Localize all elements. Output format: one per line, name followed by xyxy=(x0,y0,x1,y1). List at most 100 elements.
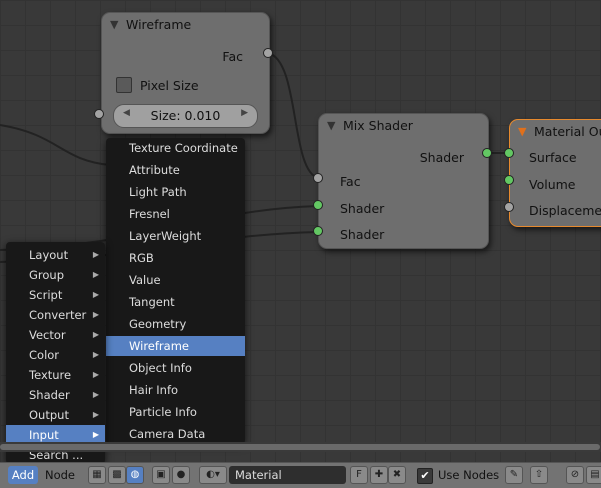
fake-user-button[interactable]: F xyxy=(350,466,368,484)
pin-icon[interactable]: ✎ xyxy=(505,466,523,484)
shader-input-socket-2[interactable] xyxy=(313,226,323,236)
menu-item-particle-info[interactable]: Particle Info xyxy=(106,402,245,422)
object-cube-icon[interactable]: ▣ xyxy=(152,466,170,484)
node-title: Mix Shader xyxy=(343,118,413,133)
menu-item-label: Color xyxy=(29,348,60,362)
menu-item-output[interactable]: Output ▶ xyxy=(6,405,105,425)
horizontal-scrollbar[interactable] xyxy=(0,442,601,452)
submenu-arrow-icon: ▶ xyxy=(92,370,99,379)
shader-output-socket[interactable] xyxy=(482,148,492,158)
fac-input-socket[interactable] xyxy=(313,173,323,183)
menu-item-camera-data[interactable]: Camera Data xyxy=(106,424,245,444)
submenu-arrow-icon: ▶ xyxy=(92,410,99,419)
menu-item-label: Output xyxy=(29,408,69,422)
menu-item-script[interactable]: Script ▶ xyxy=(6,285,105,305)
output-fac-label: Fac xyxy=(222,49,243,64)
pixel-size-checkbox[interactable] xyxy=(116,77,132,93)
menu-item-light-path[interactable]: Light Path xyxy=(106,182,245,202)
menu-item-label: Converter xyxy=(29,308,87,322)
menu-item-label: Script xyxy=(29,288,63,302)
menu-item-fresnel[interactable]: Fresnel xyxy=(106,204,245,224)
menu-item-geometry[interactable]: Geometry xyxy=(106,314,245,334)
submenu-arrow-icon: ▶ xyxy=(92,310,99,319)
node-menu-button[interactable]: Node xyxy=(42,466,78,484)
menu-item-label: Input xyxy=(29,428,59,442)
menu-item-shader[interactable]: Shader ▶ xyxy=(6,385,105,405)
material-output-node[interactable]: ▼ Material Ou Surface Volume Displaceme xyxy=(509,119,601,227)
collapse-triangle-icon[interactable]: ▼ xyxy=(518,120,526,144)
snap-icon[interactable]: ⊘ xyxy=(566,466,584,484)
fac-output-socket[interactable] xyxy=(263,48,273,58)
submenu-arrow-icon: ▶ xyxy=(92,270,99,279)
collapse-triangle-icon[interactable]: ▼ xyxy=(327,114,335,138)
use-nodes-label: Use Nodes xyxy=(438,468,500,482)
surface-input-socket[interactable] xyxy=(504,148,514,158)
material-name-field[interactable]: Material xyxy=(229,466,346,484)
shader-input-label: Shader xyxy=(340,201,385,216)
menu-item-tangent[interactable]: Tangent xyxy=(106,292,245,312)
submenu-arrow-icon: ▶ xyxy=(92,290,99,299)
menu-item-vector[interactable]: Vector ▶ xyxy=(6,325,105,345)
material-name: Material xyxy=(235,468,282,482)
increment-arrow-icon[interactable]: ▶ xyxy=(241,108,248,118)
menu-item-converter[interactable]: Converter ▶ xyxy=(6,305,105,325)
world-sphere-icon[interactable]: ● xyxy=(172,466,190,484)
size-value: Size: 0.010 xyxy=(150,108,221,123)
menu-item-label: Group xyxy=(29,268,65,282)
add-menu-button[interactable]: Add xyxy=(8,466,38,484)
mix-shader-node[interactable]: ▼ Mix Shader Shader Fac Shader Shader xyxy=(318,113,489,249)
submenu-arrow-icon: ▶ xyxy=(92,350,99,359)
volume-input-socket[interactable] xyxy=(504,175,514,185)
input-submenu: Texture Coordinate Attribute Light Path … xyxy=(106,138,245,444)
menu-item-rgb[interactable]: RGB xyxy=(106,248,245,268)
submenu-arrow-icon: ▶ xyxy=(92,250,99,259)
size-input-socket[interactable] xyxy=(94,109,104,119)
menu-item-texture-coordinate[interactable]: Texture Coordinate xyxy=(106,138,245,158)
add-menu: Layout ▶ Group ▶ Script ▶ Converter ▶ Vector… xyxy=(6,242,105,464)
use-nodes-checkbox[interactable]: ✔ xyxy=(417,468,433,484)
collapse-triangle-icon[interactable]: ▼ xyxy=(110,13,118,37)
snap-element-icon[interactable]: ▤ xyxy=(586,466,601,484)
node-editor-header: Add Node ▦ ▩ ◍ ▣ ● ◐▾ Material F ✚ ✖ ✔ U… xyxy=(0,462,601,488)
menu-item-texture[interactable]: Texture ▶ xyxy=(6,365,105,385)
menu-item-label: Vector xyxy=(29,328,66,342)
menu-item-layerweight[interactable]: LayerWeight xyxy=(106,226,245,246)
shader-input-socket-1[interactable] xyxy=(313,200,323,210)
material-browse-icon[interactable]: ◐▾ xyxy=(199,466,227,484)
menu-item-layout[interactable]: Layout ▶ xyxy=(6,245,105,265)
menu-item-color[interactable]: Color ▶ xyxy=(6,345,105,365)
menu-item-label: Texture xyxy=(29,368,72,382)
menu-item-label: Shader xyxy=(29,388,70,402)
size-number-field[interactable]: ◀ Size: 0.010 ▶ xyxy=(113,104,258,128)
surface-input-label: Surface xyxy=(529,150,577,165)
add-material-icon[interactable]: ✚ xyxy=(370,466,388,484)
displacement-input-socket[interactable] xyxy=(504,202,514,212)
material-output-header[interactable]: ▼ Material Ou xyxy=(510,120,601,144)
editor-type-icon[interactable]: ▦ xyxy=(88,466,106,484)
menu-item-label: Layout xyxy=(29,248,69,262)
shader-sphere-icon[interactable]: ◍ xyxy=(126,466,144,484)
parent-tree-icon[interactable]: ⇧ xyxy=(530,466,548,484)
menu-item-object-info[interactable]: Object Info xyxy=(106,358,245,378)
node-editor-canvas[interactable]: ▼ Wireframe Fac Pixel Size ◀ Size: 0.010… xyxy=(0,0,601,464)
unlink-material-icon[interactable]: ✖ xyxy=(388,466,406,484)
scrollbar-thumb[interactable] xyxy=(0,444,600,450)
menu-item-wireframe[interactable]: Wireframe xyxy=(106,336,245,356)
menu-item-hair-info[interactable]: Hair Info xyxy=(106,380,245,400)
submenu-arrow-icon: ▶ xyxy=(92,390,99,399)
volume-input-label: Volume xyxy=(529,177,576,192)
node-title: Material Ou xyxy=(534,124,601,139)
fac-input-label: Fac xyxy=(340,174,361,189)
shader-output-label: Shader xyxy=(419,150,464,165)
displacement-input-label: Displaceme xyxy=(529,203,601,218)
texture-checker-icon[interactable]: ▩ xyxy=(108,466,126,484)
wireframe-node[interactable]: ▼ Wireframe Fac Pixel Size ◀ Size: 0.010… xyxy=(101,12,270,134)
shader-input-label: Shader xyxy=(340,227,385,242)
menu-item-group[interactable]: Group ▶ xyxy=(6,265,105,285)
wireframe-node-header[interactable]: ▼ Wireframe xyxy=(102,13,269,37)
menu-item-value[interactable]: Value xyxy=(106,270,245,290)
mix-shader-header[interactable]: ▼ Mix Shader xyxy=(319,114,488,138)
menu-item-attribute[interactable]: Attribute xyxy=(106,160,245,180)
node-title: Wireframe xyxy=(126,17,192,32)
pixel-size-label: Pixel Size xyxy=(140,78,199,93)
